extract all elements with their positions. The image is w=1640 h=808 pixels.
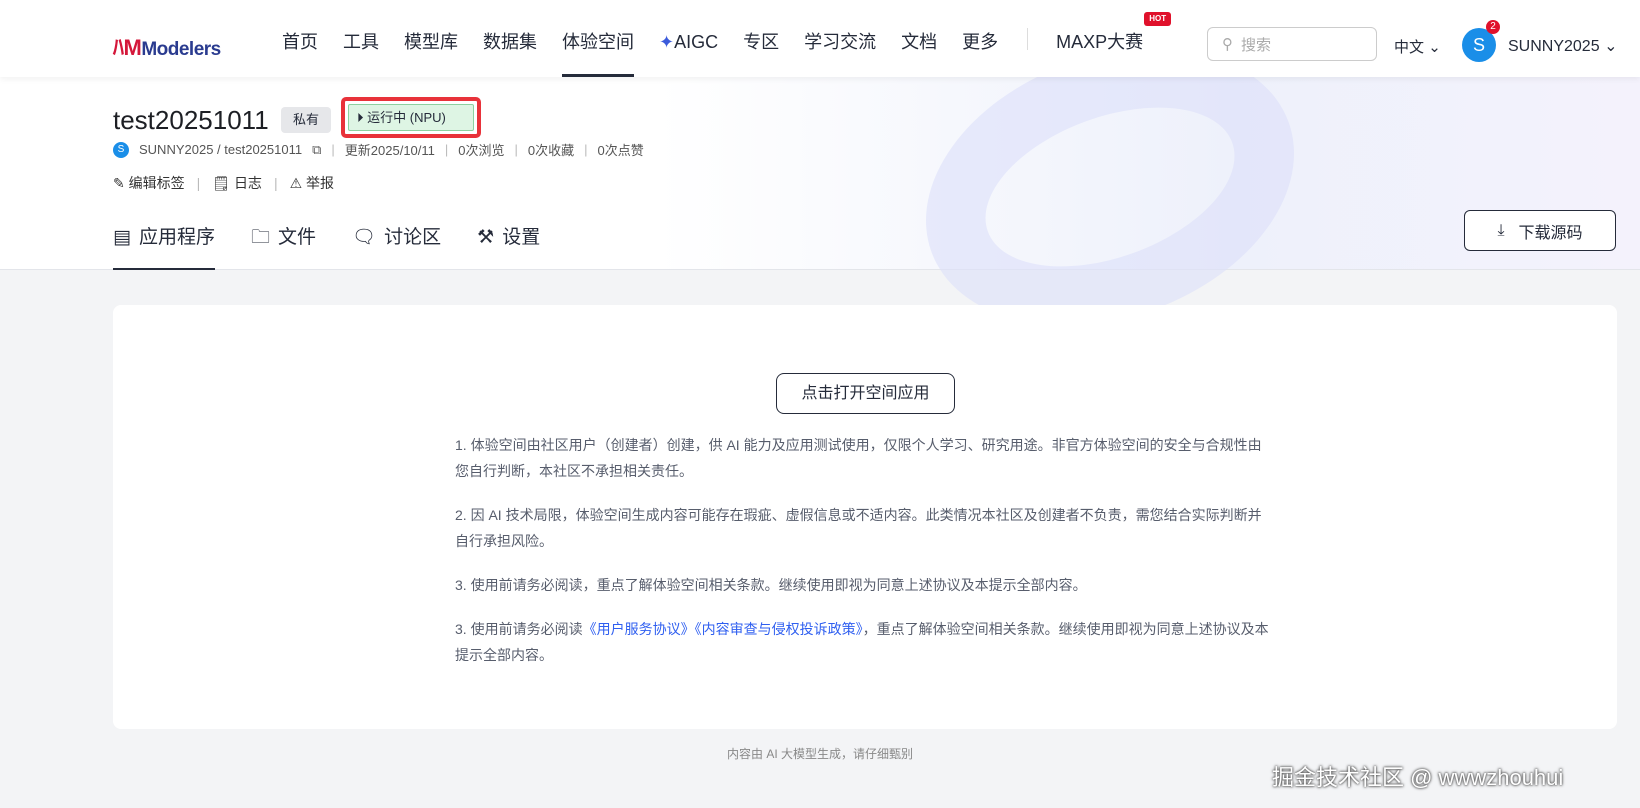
nav-zones[interactable]: 专区 xyxy=(743,0,779,77)
divider: | xyxy=(331,142,335,157)
top-nav: ﾊMModelers 首页 工具 模型库 数据集 体验空间 ✦AIGC 专区 学… xyxy=(0,0,1640,77)
nav-aigc-label: AIGC xyxy=(674,32,719,52)
download-icon: ⤓ xyxy=(1497,221,1505,239)
language-select[interactable]: 中文 ⌄ xyxy=(1394,36,1441,57)
watermark: 掘金技术社区 @ wwwzhouhui xyxy=(1272,765,1564,790)
disclaimer: 1. 体验空间由社区用户（创建者）创建，供 AI 能力及应用测试使用，仅限个人学… xyxy=(455,432,1275,686)
chevron-down-icon: ⌄ xyxy=(1428,39,1441,56)
nav-datasets[interactable]: 数据集 xyxy=(483,0,537,77)
download-label: 下载源码 xyxy=(1518,224,1583,242)
status-badge: ⏵ 运行中 (NPU) xyxy=(348,104,474,131)
space-title: test20251011 xyxy=(113,105,269,135)
alarm-icon: ⚠ xyxy=(289,175,303,191)
status-label: 运行中 (NPU) xyxy=(367,110,446,125)
space-meta: S SUNNY2025 / test20251011 ⧉ | 更新2025/10/… xyxy=(113,140,644,159)
visibility-badge: 私有 xyxy=(281,107,332,133)
play-icon: ⏵ xyxy=(357,110,364,125)
edit-tags-button[interactable]: ✎ 编辑标签 xyxy=(113,173,185,193)
contest-label: MAXP大赛 xyxy=(1056,32,1144,52)
divider: | xyxy=(444,142,449,157)
note-3: 3. 使用前请务必阅读，重点了解体验空间相关条款。继续使用即视为同意上述协议及本… xyxy=(455,577,1087,593)
modelers-logo[interactable]: ﾊMModelers xyxy=(113,30,221,62)
report-button[interactable]: ⚠ 举报 xyxy=(290,173,334,193)
note-2: 2. 因 AI 技术局限，体验空间生成内容可能存在瑕疵、虚假信息或不适内容。此类… xyxy=(455,507,1262,549)
status-highlight: ⏵ 运行中 (NPU) xyxy=(341,97,481,138)
language-label: 中文 xyxy=(1394,39,1425,56)
user-menu[interactable]: SUNNY2025 ⌄ xyxy=(1508,36,1617,56)
note-1: 1. 体验空间由社区用户（创建者）创建，供 AI 能力及应用测试使用，仅限个人学… xyxy=(455,437,1262,479)
tools-icon: ⚒ xyxy=(477,227,495,248)
notification-badge: 2 xyxy=(1486,20,1500,34)
divider: | xyxy=(273,175,278,191)
tab-app-label: 应用程序 xyxy=(138,227,215,248)
nav-docs[interactable]: 文档 xyxy=(901,0,937,77)
favorite-count: 0次收藏 xyxy=(527,143,575,158)
pencil-icon: ✎ xyxy=(113,175,125,191)
tab-settings-label: 设置 xyxy=(502,227,541,248)
tab-app[interactable]: ▤ 应用程序 xyxy=(113,220,215,270)
search-icon: ⚲ xyxy=(1222,36,1233,53)
folder-icon: 🗀 xyxy=(250,227,270,248)
tab-discussion-label: 讨论区 xyxy=(384,227,442,248)
tab-files-label: 文件 xyxy=(277,227,316,248)
nav-models[interactable]: 模型库 xyxy=(404,0,458,77)
nav-learn[interactable]: 学习交流 xyxy=(804,0,876,77)
view-count: 0次浏览 xyxy=(458,143,505,158)
nav-spaces[interactable]: 体验空间 xyxy=(562,0,634,77)
user-agreement-link[interactable]: 《用户服务协议》 xyxy=(583,621,695,637)
space-tabs: ▤ 应用程序 🗀 文件 🗨 讨论区 ⚒ 设置 xyxy=(113,220,540,270)
divider: | xyxy=(196,175,201,191)
log-label: 日志 xyxy=(233,175,262,191)
download-source-button[interactable]: ⤓ 下载源码 xyxy=(1464,210,1616,251)
search-placeholder: 搜索 xyxy=(1241,36,1272,54)
owner-avatar: S xyxy=(113,141,129,158)
report-label: 举报 xyxy=(306,175,335,191)
comment-icon: 🗨 xyxy=(352,227,377,248)
nav-home[interactable]: 首页 xyxy=(282,0,318,77)
main-nav: 首页 工具 模型库 数据集 体验空间 ✦AIGC 专区 学习交流 文档 更多 M… xyxy=(282,0,1172,77)
like-count: 0次点赞 xyxy=(597,143,644,158)
nav-contest[interactable]: MAXP大赛 HOT xyxy=(1056,0,1172,77)
search-input[interactable]: ⚲ 搜索 xyxy=(1207,27,1377,61)
nav-more[interactable]: 更多 xyxy=(962,0,998,77)
sparkle-icon: ✦ xyxy=(659,32,675,52)
log-button[interactable]: 🗒 日志 xyxy=(212,173,262,193)
divider: | xyxy=(514,142,518,157)
note-4-pre: 3. 使用前请务必阅读 xyxy=(455,621,583,637)
tab-files[interactable]: 🗀 文件 xyxy=(251,220,316,270)
chevron-down-icon: ⌄ xyxy=(1604,38,1618,55)
space-actions: ✎ 编辑标签 | 🗒 日志 | ⚠ 举报 xyxy=(113,173,334,193)
tab-discussion[interactable]: 🗨 讨论区 xyxy=(352,220,441,270)
space-header: test20251011 私有 ⏵ 运行中 (NPU) S SUNNY2025 … xyxy=(0,0,1640,375)
edit-tags-label: 编辑标签 xyxy=(128,175,185,191)
hot-badge: HOT xyxy=(1144,12,1172,26)
content-policy-link[interactable]: 《内容审查与侵权投诉政策》 xyxy=(695,621,863,637)
log-icon: 🗒 xyxy=(212,175,231,191)
nav-tools[interactable]: 工具 xyxy=(343,0,379,77)
updated-date: 更新2025/10/11 xyxy=(344,143,435,158)
copy-icon[interactable]: ⧉ xyxy=(312,142,321,158)
tab-settings[interactable]: ⚒ 设置 xyxy=(477,220,540,270)
nav-divider xyxy=(1027,27,1029,50)
open-app-button[interactable]: 点击打开空间应用 xyxy=(776,373,955,414)
app-panel: 点击打开空间应用 1. 体验空间由社区用户（创建者）创建，供 AI 能力及应用测… xyxy=(113,305,1617,729)
username: SUNNY2025 xyxy=(1508,38,1600,55)
divider: | xyxy=(584,142,588,157)
note-4: 3. 使用前请务必阅读《用户服务协议》《内容审查与侵权投诉政策》，重点了解体验空… xyxy=(455,616,1275,668)
app-icon: ▤ xyxy=(113,227,131,248)
nav-aigc[interactable]: ✦AIGC xyxy=(659,0,718,77)
logo-text: Modelers xyxy=(141,39,221,60)
space-path[interactable]: SUNNY2025 / test20251011 xyxy=(139,142,302,157)
